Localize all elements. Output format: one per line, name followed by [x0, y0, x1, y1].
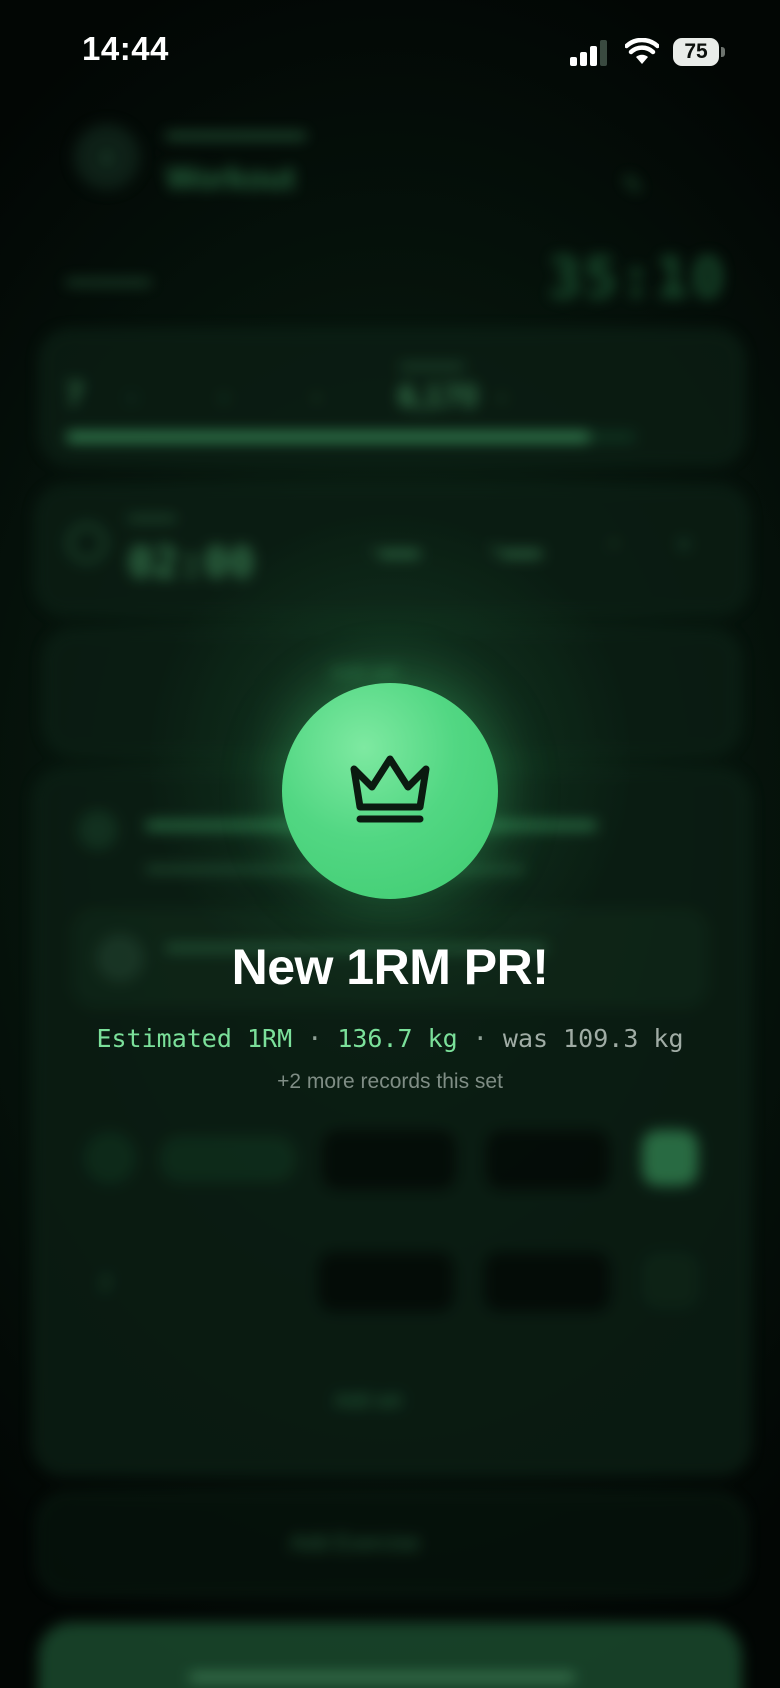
wifi-icon	[625, 38, 659, 64]
volume-value: 6,170	[398, 378, 479, 414]
workout-progress	[66, 432, 636, 442]
status-bar: 14:44 75	[0, 0, 780, 110]
set-number: 2	[100, 1272, 112, 1294]
reps-input[interactable]	[486, 1130, 610, 1190]
timer-icon	[68, 524, 106, 562]
pr-metric-label: Estimated 1RM	[96, 1024, 293, 1053]
set-complete-checkbox[interactable]	[642, 1130, 698, 1186]
pr-badge	[282, 683, 498, 899]
bell-icon[interactable]: ◔	[606, 534, 618, 557]
status-time: 14:44	[82, 30, 169, 67]
back-button[interactable]: ‹	[74, 124, 140, 190]
add-exercise-label: Add Exercise	[290, 1530, 420, 1555]
volume-label: ▬▬▬▬	[400, 356, 464, 373]
battery-level: 75	[673, 38, 719, 66]
set-complete-checkbox-2[interactable]	[642, 1252, 698, 1308]
add-set-button-2[interactable]: Add set	[334, 1390, 402, 1413]
pr-separator-2: ·	[472, 1024, 488, 1053]
rest-label: ▬▬▬	[128, 508, 176, 525]
screen: ‹ ▬▬▬▬▬▬▬ Workout ✎ ▬▬▬▬▬ 35:10 7 • • • …	[0, 0, 780, 1688]
more-records-text: +2 more records this set	[277, 1070, 503, 1093]
cellular-signal-icon	[570, 40, 607, 66]
workout-timer: 35:10	[548, 246, 727, 311]
previous-chip	[160, 1136, 296, 1182]
reps-input-2[interactable]	[484, 1252, 610, 1312]
pr-new-value: 136.7 kg	[337, 1024, 458, 1053]
exercise-icon	[78, 810, 118, 850]
workout-title: Workout	[166, 160, 296, 196]
edit-icon[interactable]: ✎	[622, 170, 644, 201]
pr-separator: ·	[307, 1024, 323, 1053]
weight-input-2[interactable]	[318, 1252, 454, 1312]
workout-subtitle: ▬▬▬▬▬▬▬	[166, 122, 306, 144]
set-type-chip[interactable]	[84, 1132, 136, 1184]
elapsed-label: ▬▬▬▬▬	[66, 270, 151, 289]
stat-dots: • • • • •	[128, 388, 546, 410]
pr-detail: Estimated 1RM · 136.7 kg · was 109.3 kg	[0, 1024, 780, 1053]
close-icon[interactable]: ×	[678, 534, 690, 557]
weight-input[interactable]	[322, 1130, 456, 1190]
battery-nub	[721, 47, 725, 57]
sets-value: 7	[66, 376, 84, 412]
finish-workout-label: ▬▬▬▬▬▬▬▬▬▬▬▬▬▬▬▬	[190, 1660, 574, 1687]
pr-title: New 1RM PR!	[231, 939, 549, 995]
pr-previous-value: was 109.3 kg	[502, 1024, 684, 1053]
crown-icon	[350, 755, 430, 823]
battery-icon: 75	[673, 38, 725, 66]
workout-progress-fill	[66, 432, 591, 442]
